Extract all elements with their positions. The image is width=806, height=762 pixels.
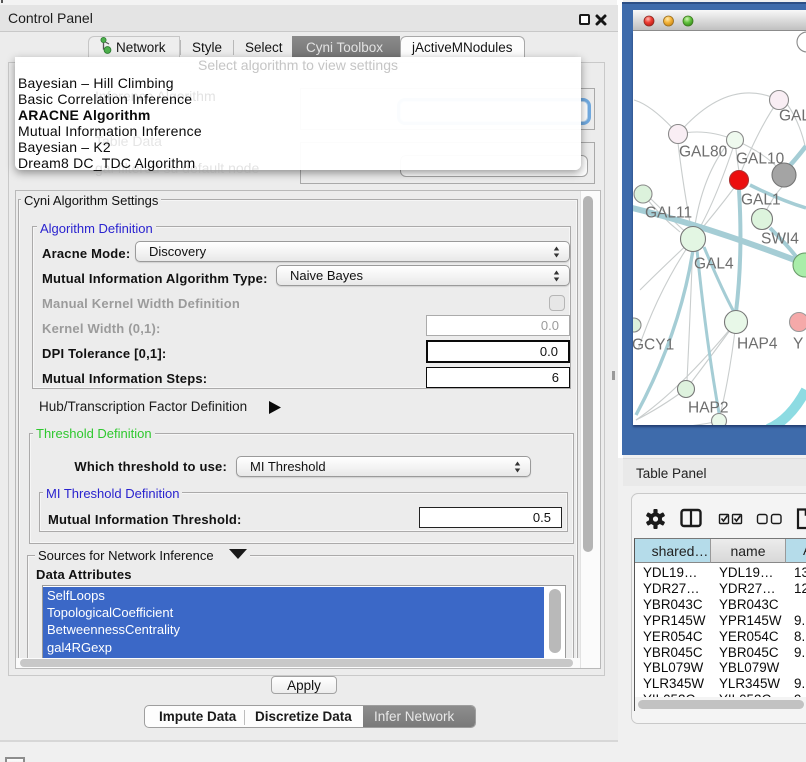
svg-text:HAP4: HAP4 xyxy=(737,336,778,353)
svg-text:GAL1: GAL1 xyxy=(741,192,781,209)
svg-text:GCY1: GCY1 xyxy=(633,337,674,354)
svg-text:HAP2: HAP2 xyxy=(688,400,729,417)
svg-text:GAL80: GAL80 xyxy=(679,144,728,161)
svg-text:SWI4: SWI4 xyxy=(761,231,799,248)
svg-text:GAL7: GAL7 xyxy=(779,108,806,125)
svg-text:GAL11: GAL11 xyxy=(645,205,692,222)
svg-text:GAL4: GAL4 xyxy=(694,256,734,273)
svg-text:Y: Y xyxy=(793,336,803,353)
svg-text:GAL10: GAL10 xyxy=(736,151,785,168)
